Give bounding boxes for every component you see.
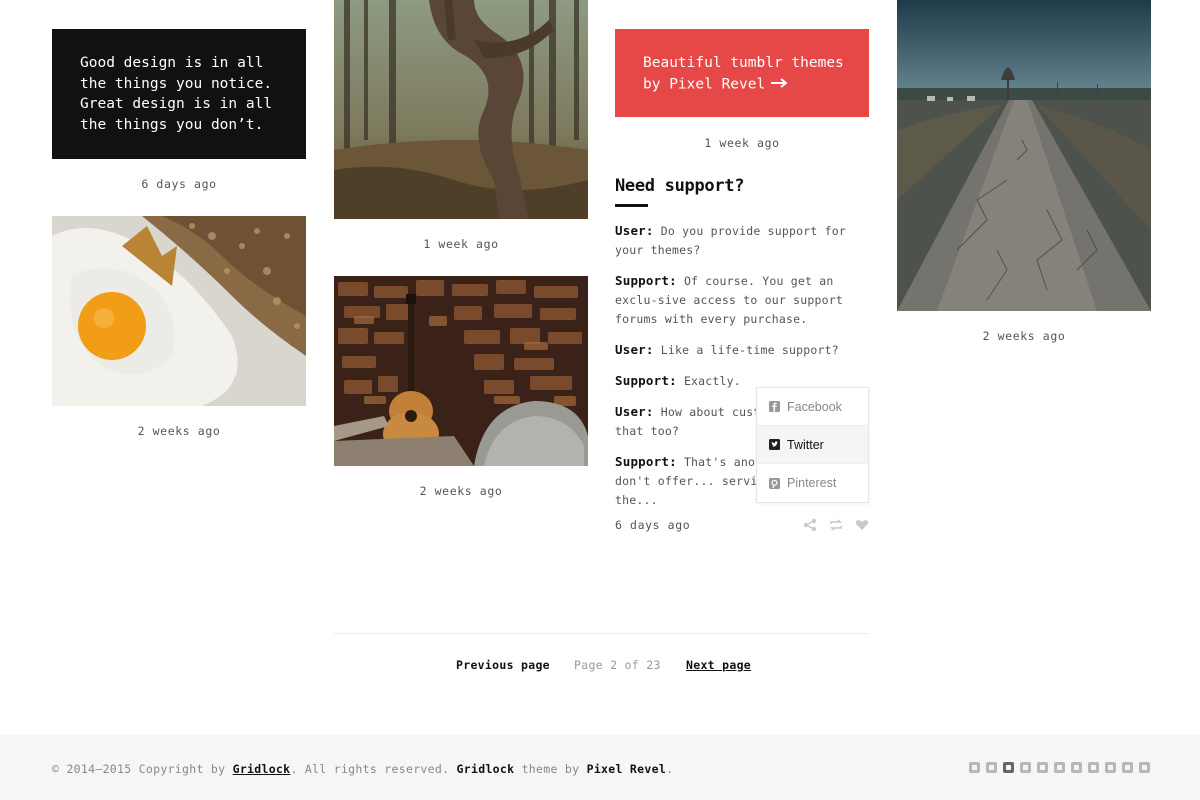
theme-by-text: theme by (514, 762, 587, 776)
quote-line: Great design is in all (80, 96, 273, 112)
post-title: Need support? (615, 176, 745, 196)
skype-icon[interactable] (1122, 762, 1133, 773)
link-line: by Pixel Revel (643, 74, 841, 95)
road-photo[interactable] (897, 0, 1151, 311)
dribbble-icon[interactable] (1088, 762, 1099, 773)
github-icon[interactable] (1054, 762, 1065, 773)
share-icon[interactable] (803, 517, 817, 532)
forest-photo[interactable] (334, 0, 588, 219)
period: . (666, 762, 674, 776)
share-facebook[interactable]: Facebook (757, 388, 868, 426)
vimeo-icon[interactable] (1071, 762, 1082, 773)
share-twitter[interactable]: Twitter (757, 426, 868, 464)
post-footer: 6 days ago (615, 517, 869, 535)
next-page-link[interactable]: Next page (686, 658, 751, 672)
quote-line: the things you notice. (80, 75, 273, 92)
chat-line: User: Like a life-time support? (615, 342, 839, 357)
chat-line: Support: Of course. You get an exclu-siv… (615, 273, 843, 326)
share-label: Facebook (787, 399, 842, 414)
theme-name[interactable]: Gridlock (457, 762, 515, 776)
instagram-icon[interactable] (1003, 762, 1014, 773)
chat-line: User: Do you provide support for your th… (615, 223, 846, 257)
flickr-icon[interactable] (1020, 762, 1031, 773)
copyright-owner-link[interactable]: Gridlock (233, 762, 291, 776)
facebook-icon[interactable] (969, 762, 980, 773)
post-time: 1 week ago (423, 237, 499, 251)
reblog-icon[interactable] (829, 517, 843, 531)
share-label: Pinterest (787, 476, 837, 490)
egg-photo[interactable] (52, 216, 306, 406)
post-time: 2 weeks ago (982, 329, 1066, 343)
quote-post[interactable]: Good design is in all the things you not… (52, 29, 306, 159)
author-link[interactable]: Pixel Revel (587, 762, 666, 776)
tumblr-icon[interactable] (1037, 762, 1048, 773)
post-time: 6 days ago (615, 518, 691, 532)
behance-icon[interactable] (1105, 762, 1116, 773)
title-underline (615, 204, 648, 207)
page-indicator: Page 2 of 23 (574, 658, 661, 672)
post-time: 1 week ago (704, 136, 780, 150)
link-line: Beautiful tumblr themes (643, 55, 844, 71)
post-time: 6 days ago (141, 177, 217, 191)
share-menu: Facebook Twitter Pinterest (756, 387, 869, 503)
post-time-cut (52, 0, 306, 7)
site-footer: © 2014–2015 Copyright by Gridlock. All r… (0, 735, 1200, 800)
arrow-right-icon (771, 74, 789, 95)
rights-text: . All rights reserved. (290, 762, 457, 776)
twitter-icon[interactable] (986, 762, 997, 773)
previous-page-link[interactable]: Previous page (456, 658, 550, 672)
post-actions (803, 517, 869, 532)
heart-icon[interactable] (855, 517, 869, 531)
rss-icon[interactable] (1139, 762, 1150, 773)
share-label: Twitter (787, 437, 824, 452)
pagination-divider (334, 633, 869, 634)
copyright-text: © 2014–2015 Copyright by Gridlock. All r… (52, 762, 673, 776)
social-links (969, 762, 1150, 773)
pinterest-icon (769, 477, 780, 489)
guitar-photo[interactable] (334, 276, 588, 466)
quote-line: Good design is in all (80, 55, 264, 71)
facebook-icon (769, 401, 780, 412)
quote-line: the things you don’t. (80, 116, 264, 133)
twitter-icon (769, 439, 780, 450)
post-time: 2 weeks ago (137, 424, 221, 438)
post-time: 2 weeks ago (419, 484, 503, 498)
share-pinterest[interactable]: Pinterest (757, 464, 868, 502)
tumblr-themes-link[interactable]: Beautiful tumblr themes by Pixel Revel (615, 29, 869, 117)
copyright-prefix: © 2014–2015 Copyright by (52, 762, 233, 776)
